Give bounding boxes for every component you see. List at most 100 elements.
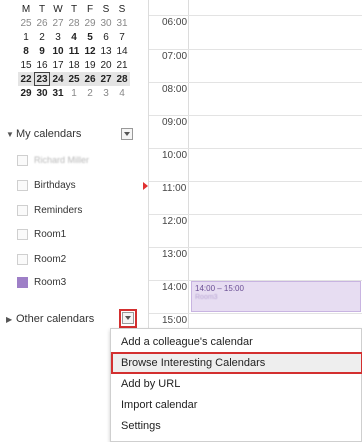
- calendar-item[interactable]: Room2: [17, 252, 66, 266]
- mini-calendar-day[interactable]: 24: [50, 72, 66, 86]
- menu-item-add-by-url[interactable]: Add by URL: [111, 373, 362, 395]
- mini-calendar-day[interactable]: 31: [50, 86, 66, 100]
- mini-calendar-day[interactable]: 26: [34, 16, 50, 30]
- menu-item-import-calendar[interactable]: Import calendar: [111, 394, 362, 416]
- hour-label: 07:00: [162, 51, 188, 62]
- mini-calendar-day[interactable]: 7: [114, 30, 130, 44]
- mini-calendar-day[interactable]: 25: [66, 72, 82, 86]
- calendar-checkbox[interactable]: [17, 276, 28, 288]
- mini-calendar-day[interactable]: 2: [82, 86, 98, 100]
- mini-calendar-day[interactable]: 21: [114, 58, 130, 72]
- calendar-checkbox[interactable]: [17, 179, 28, 191]
- hour-line: [149, 214, 362, 215]
- calendar-checkbox[interactable]: [17, 154, 28, 166]
- menu-item-label: Settings: [121, 420, 161, 432]
- mini-calendar-day[interactable]: 26: [82, 72, 98, 86]
- hour-label: 09:00: [162, 117, 188, 128]
- mini-calendar-day[interactable]: 29: [82, 16, 98, 30]
- calendar-checkbox[interactable]: [17, 253, 28, 265]
- hour-label: 06:00: [162, 17, 188, 28]
- hour-line: [149, 148, 362, 149]
- menu-item-label: Add a colleague's calendar: [121, 336, 253, 348]
- mini-calendar: M T W T F S S 25 26 27 28 29 30 31 1 2 3…: [18, 2, 130, 100]
- mini-calendar-day[interactable]: 3: [98, 86, 114, 100]
- mini-calendar-day[interactable]: 25: [18, 16, 34, 30]
- expand-triangle-icon: ▼: [6, 129, 14, 139]
- other-calendars-header[interactable]: ▶ Other calendars: [6, 311, 94, 327]
- my-calendars-title: My calendars: [16, 128, 82, 140]
- mini-calendar-week: 1 2 3 4 5 6 7: [18, 30, 130, 44]
- calendar-item[interactable]: Birthdays: [17, 178, 76, 192]
- calendar-item[interactable]: Reminders: [17, 203, 82, 217]
- mini-calendar-day[interactable]: 22: [18, 72, 34, 86]
- mini-calendar-day[interactable]: 15: [18, 58, 34, 72]
- hour-label: 08:00: [162, 84, 188, 95]
- hour-line: [149, 49, 362, 50]
- mini-calendar-week: 29 30 31 1 2 3 4: [18, 86, 130, 100]
- mini-calendar-day[interactable]: 12: [82, 44, 98, 58]
- mini-calendar-weekdays: M T W T F S S: [18, 2, 130, 16]
- mini-calendar-week-selected: 22 23 24 25 26 27 28: [18, 72, 130, 86]
- mini-calendar-day[interactable]: 30: [34, 86, 50, 100]
- mini-calendar-day[interactable]: 16: [34, 58, 50, 72]
- mini-calendar-day[interactable]: 6: [98, 30, 114, 44]
- menu-item-label: Browse Interesting Calendars: [121, 357, 266, 369]
- mini-calendar-day[interactable]: 27: [98, 72, 114, 86]
- my-calendars-dropdown-button[interactable]: [121, 128, 133, 140]
- hour-label: 13:00: [162, 249, 188, 260]
- menu-item-browse-interesting[interactable]: Browse Interesting Calendars: [111, 352, 362, 374]
- mini-calendar-day[interactable]: 8: [18, 44, 34, 58]
- mini-calendar-day[interactable]: 28: [66, 16, 82, 30]
- hour-line: [149, 313, 362, 314]
- event-title: Room3: [195, 294, 218, 301]
- mini-calendar-day[interactable]: 9: [34, 44, 50, 58]
- mini-calendar-day[interactable]: 27: [50, 16, 66, 30]
- calendar-label: Reminders: [34, 204, 83, 216]
- calendar-checkbox[interactable]: [17, 204, 28, 216]
- caret-down-icon: [124, 132, 130, 136]
- calendar-event[interactable]: 14:00 – 15:00 Room3: [191, 281, 361, 312]
- other-calendars-title: Other calendars: [16, 313, 95, 325]
- menu-item-add-colleague[interactable]: Add a colleague's calendar: [111, 331, 362, 353]
- mini-calendar-day[interactable]: 4: [66, 30, 82, 44]
- weekday-label: M: [21, 3, 31, 15]
- mini-calendar-day[interactable]: 11: [66, 44, 82, 58]
- mini-calendar-day[interactable]: 18: [66, 58, 82, 72]
- menu-item-settings[interactable]: Settings: [111, 415, 362, 437]
- menu-item-label: Add by URL: [121, 378, 181, 390]
- mini-calendar-day[interactable]: 29: [18, 86, 34, 100]
- hour-line: [149, 247, 362, 248]
- mini-calendar-week: 25 26 27 28 29 30 31: [18, 16, 130, 30]
- my-calendars-header[interactable]: ▼ My calendars: [6, 126, 81, 142]
- calendar-label: Room1: [34, 228, 67, 240]
- mini-calendar-day[interactable]: 10: [50, 44, 66, 58]
- calendar-item[interactable]: Room1: [17, 227, 66, 241]
- weekday-label: S: [102, 3, 110, 15]
- weekday-label: T: [38, 3, 46, 15]
- mini-calendar-day[interactable]: 5: [82, 30, 98, 44]
- calendar-label: Richard Miller: [34, 155, 90, 165]
- mini-calendar-day[interactable]: 2: [34, 30, 50, 44]
- mini-calendar-day[interactable]: 4: [114, 86, 130, 100]
- calendar-label: Birthdays: [34, 179, 76, 191]
- hour-line: [149, 82, 362, 83]
- mini-calendar-day[interactable]: 20: [98, 58, 114, 72]
- mini-calendar-day[interactable]: 17: [50, 58, 66, 72]
- calendar-checkbox[interactable]: [17, 228, 28, 240]
- mini-calendar-day[interactable]: 13: [98, 44, 114, 58]
- other-calendars-menu: Add a colleague's calendar Browse Intere…: [110, 328, 362, 442]
- weekday-label: W: [53, 3, 63, 15]
- calendar-item[interactable]: Richard Miller: [17, 153, 89, 167]
- weekday-label: S: [118, 3, 126, 15]
- mini-calendar-day[interactable]: 19: [82, 58, 98, 72]
- calendar-item[interactable]: Room3: [17, 275, 66, 289]
- mini-calendar-day[interactable]: 31: [114, 16, 130, 30]
- hour-label: 10:00: [162, 150, 188, 161]
- mini-calendar-day[interactable]: 3: [50, 30, 66, 44]
- mini-calendar-day[interactable]: 1: [18, 30, 34, 44]
- mini-calendar-day[interactable]: 1: [66, 86, 82, 100]
- mini-calendar-day[interactable]: 30: [98, 16, 114, 30]
- mini-calendar-day-selected[interactable]: 23: [34, 72, 50, 86]
- mini-calendar-day[interactable]: 28: [114, 72, 130, 86]
- mini-calendar-day[interactable]: 14: [114, 44, 130, 58]
